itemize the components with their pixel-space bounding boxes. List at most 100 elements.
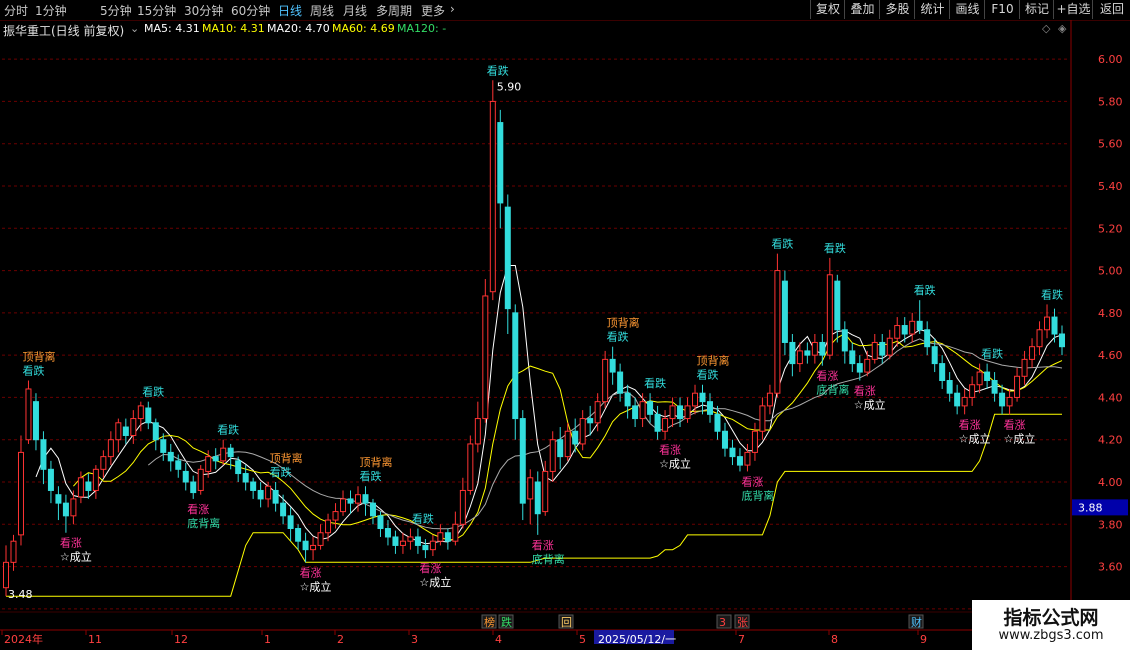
add-watchlist-button[interactable]: +自选 <box>1053 0 1093 19</box>
signal-label: ☆成立 <box>959 431 991 445</box>
candle-body <box>901 325 908 335</box>
candle-body <box>871 341 878 360</box>
tab-5min[interactable]: 5分钟 <box>100 2 132 19</box>
candle-body <box>811 341 818 356</box>
fuquan-button[interactable]: 复权 <box>810 0 845 19</box>
candle-body <box>714 413 721 432</box>
candle-body <box>662 418 669 432</box>
candle-body <box>984 371 991 382</box>
candle-body <box>976 371 983 386</box>
signal-label: 顶背离 <box>697 354 730 368</box>
x-tick-label: 5 <box>579 633 586 646</box>
candle-body <box>759 405 766 432</box>
candle-body <box>332 511 339 521</box>
candle-body <box>459 489 466 525</box>
event-marker: 财 <box>911 615 922 629</box>
x-tick-label: 8 <box>831 633 838 646</box>
candle-body <box>946 380 953 394</box>
event-marker: 榜 <box>484 615 495 629</box>
candle-body <box>369 502 376 517</box>
candle-body <box>579 418 586 445</box>
overlay-button[interactable]: 叠加 <box>844 0 880 19</box>
tab-monthly[interactable]: 月线 <box>343 2 367 19</box>
candle-body <box>1021 358 1028 377</box>
tab-1min[interactable]: 1分钟 <box>35 2 67 19</box>
candle-body <box>572 430 579 445</box>
candle-body <box>894 325 901 339</box>
candle-body <box>122 426 129 436</box>
candle-body <box>10 540 17 563</box>
signal-label: 看跌 <box>981 347 1003 361</box>
statistics-button[interactable]: 统计 <box>914 0 950 19</box>
candle-body <box>1051 316 1058 335</box>
candle-body <box>736 456 743 466</box>
candle-body <box>587 418 594 424</box>
candle-body <box>422 544 429 551</box>
multi-stock-button[interactable]: 多股 <box>879 0 915 19</box>
candle-body <box>781 280 788 343</box>
back-button[interactable]: 返回 <box>1092 0 1130 19</box>
candle-body <box>527 477 534 500</box>
x-tick-label: 12 <box>174 633 188 646</box>
signal-label: 顶背离 <box>607 316 640 330</box>
signal-label: 底背离 <box>532 552 565 566</box>
candle-body <box>879 341 886 356</box>
f10-button[interactable]: F10 <box>984 0 1020 19</box>
candle-body <box>632 405 639 420</box>
candle-body <box>721 430 728 449</box>
candle-body <box>931 346 938 365</box>
candle-body <box>474 418 481 445</box>
tab-30min[interactable]: 30分钟 <box>184 2 223 19</box>
signal-label: 顶背离 <box>270 451 303 465</box>
candle-body <box>347 498 354 504</box>
tab-more[interactable]: 更多 <box>421 2 445 19</box>
candle-body <box>295 528 302 542</box>
candle-body <box>692 392 699 407</box>
current-price-label: 3.88 <box>1078 501 1103 514</box>
candle-body <box>212 456 219 462</box>
watermark-url: www.zbgs3.com <box>998 628 1104 643</box>
candle-body <box>25 388 32 441</box>
mark-button[interactable]: 标记 <box>1019 0 1054 19</box>
candle-body <box>954 392 961 407</box>
candle-body <box>17 451 24 536</box>
candle-body <box>130 418 137 436</box>
candle-body <box>564 430 571 458</box>
candle-body <box>961 396 968 407</box>
signal-label: 看跌 <box>644 376 666 390</box>
candle-body <box>916 320 923 331</box>
candle-body <box>92 468 99 491</box>
draw-line-button[interactable]: 画线 <box>949 0 985 19</box>
candle-body <box>841 329 848 352</box>
candle-body <box>482 295 489 420</box>
y-tick-label: 5.60 <box>1098 138 1123 151</box>
signal-label: 看涨 <box>854 384 876 398</box>
candle-body <box>265 485 272 500</box>
tab-weekly[interactable]: 周线 <box>310 2 334 19</box>
signal-label: 顶背离 <box>359 455 392 469</box>
signal-label: 看跌 <box>412 512 434 526</box>
candle-body <box>190 481 197 494</box>
candle-body <box>137 405 144 420</box>
candle-body <box>407 536 414 542</box>
y-tick-label: 4.40 <box>1098 391 1123 404</box>
tab-multi-period[interactable]: 多周期 <box>376 2 412 19</box>
chevron-right-icon[interactable]: › <box>450 2 455 16</box>
signal-label: ☆成立 <box>1004 431 1036 445</box>
tab-15min[interactable]: 15分钟 <box>137 2 176 19</box>
candle-body <box>325 519 332 534</box>
candle-body <box>991 380 998 394</box>
tab-fenshi[interactable]: 分时 <box>4 2 28 19</box>
candle-body <box>62 502 69 517</box>
signal-label: 看跌 <box>771 237 793 251</box>
candle-body <box>834 280 841 331</box>
site-watermark: 指标公式网 www.zbgs3.com <box>972 600 1130 650</box>
candle-body <box>175 460 182 470</box>
candle-body <box>32 401 39 441</box>
candle-body <box>557 439 564 458</box>
tab-60min[interactable]: 60分钟 <box>231 2 270 19</box>
candle-body <box>310 544 317 551</box>
signal-label: 底背离 <box>741 488 774 502</box>
tab-daily[interactable]: 日线 <box>278 2 302 19</box>
candle-body <box>287 515 294 530</box>
